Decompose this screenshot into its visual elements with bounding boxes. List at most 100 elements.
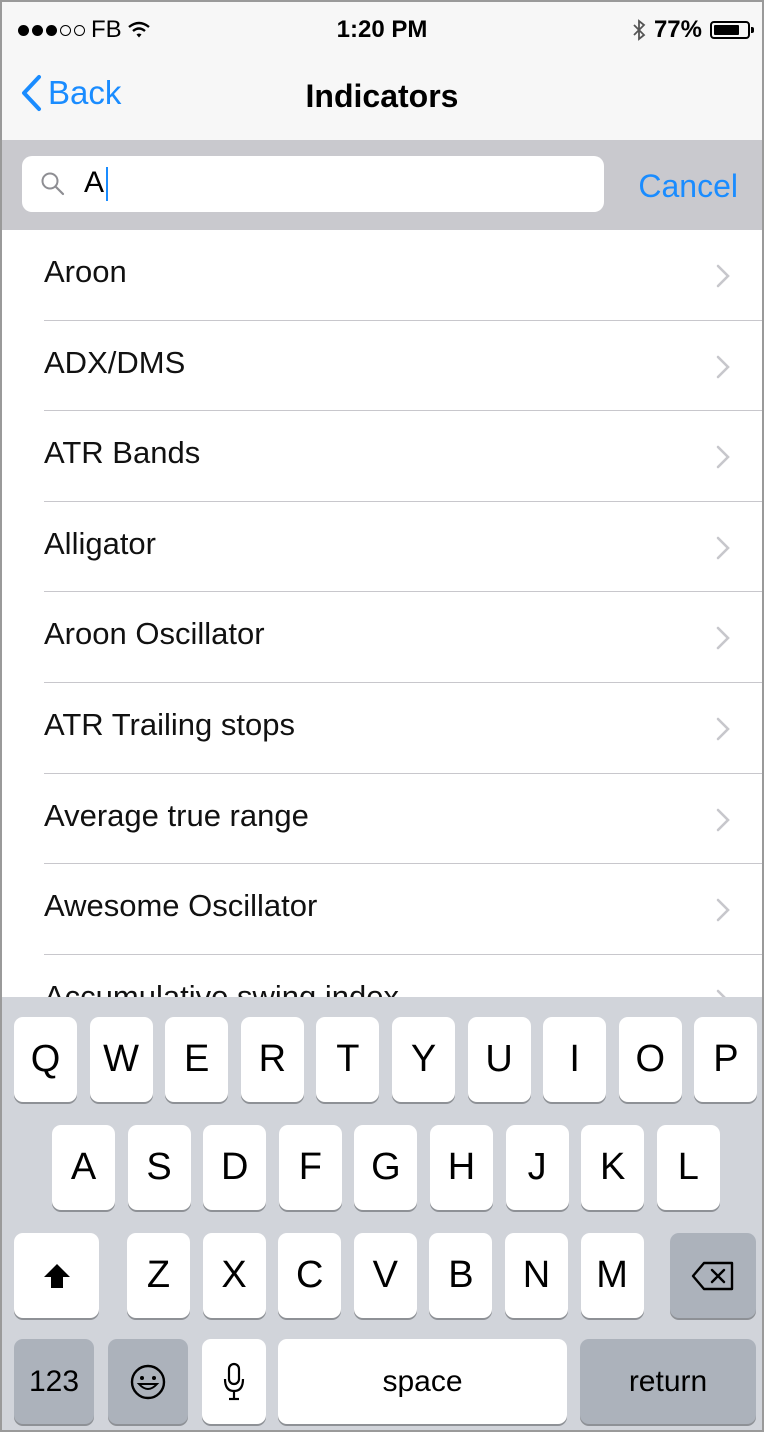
key-l-label: L	[677, 1146, 699, 1188]
key-v-label: V	[372, 1254, 398, 1296]
key-s-label: S	[146, 1146, 172, 1188]
numbers-key-label: 123	[28, 1364, 80, 1398]
return-key[interactable]: return	[580, 1339, 756, 1424]
list-item[interactable]: Awesome Oscillator	[2, 864, 762, 955]
key-d[interactable]: D	[203, 1125, 267, 1210]
keyboard: Q W E R T Y U I O P A S D F G H J K L Z X C V B N M 123 space return	[2, 997, 762, 1430]
key-s[interactable]: S	[127, 1125, 191, 1210]
key-e[interactable]: E	[165, 1017, 229, 1102]
list-item-label: ADX/DMS	[44, 344, 186, 380]
shift-key[interactable]	[14, 1233, 99, 1318]
key-r[interactable]: R	[240, 1017, 304, 1102]
list-item-label: Average true range	[44, 797, 309, 833]
key-f-label: F	[298, 1146, 322, 1188]
key-n-label: N	[522, 1254, 551, 1296]
key-a[interactable]: A	[52, 1125, 115, 1210]
key-n[interactable]: N	[505, 1233, 568, 1318]
list-item-label: ATR Bands	[44, 435, 201, 471]
emoji-icon	[130, 1364, 166, 1399]
key-h[interactable]: H	[430, 1125, 493, 1210]
key-d-label: D	[220, 1146, 249, 1188]
navigation-bar: Back Indicators	[2, 60, 762, 140]
numbers-key[interactable]: 123	[14, 1339, 94, 1424]
key-t[interactable]: T	[316, 1017, 380, 1102]
list-item[interactable]: Average true range	[2, 773, 762, 865]
key-m-label: M	[596, 1254, 628, 1296]
key-y[interactable]: Y	[392, 1017, 455, 1102]
search-value: A	[84, 166, 109, 202]
search-input[interactable]: A	[22, 156, 604, 212]
delete-key[interactable]	[670, 1233, 756, 1318]
list-item[interactable]: ATR Trailing stops	[2, 682, 762, 774]
key-t-label: T	[336, 1038, 360, 1080]
key-z[interactable]: Z	[127, 1233, 190, 1318]
key-i[interactable]: I	[543, 1017, 607, 1102]
chevron-right-icon	[716, 717, 730, 741]
key-o-label: O	[635, 1038, 666, 1080]
text-caret	[106, 167, 109, 202]
battery-icon	[710, 21, 754, 39]
key-k-label: K	[600, 1146, 626, 1188]
key-w-label: W	[103, 1038, 140, 1080]
key-x-label: X	[221, 1254, 247, 1296]
list-item-label: Awesome Oscillator	[44, 888, 318, 924]
key-v[interactable]: V	[353, 1233, 417, 1318]
key-j-label: J	[527, 1146, 547, 1188]
bluetooth-icon	[633, 19, 646, 41]
key-x[interactable]: X	[202, 1233, 266, 1318]
key-g-label: G	[371, 1146, 401, 1188]
shift-icon	[43, 1263, 70, 1288]
list-item-label: Aroon Oscillator	[44, 616, 265, 652]
list-item-label: Alligator	[44, 525, 156, 561]
search-icon	[41, 172, 65, 196]
emoji-key[interactable]	[108, 1339, 188, 1424]
key-y-label: Y	[410, 1038, 437, 1080]
indicator-list: Aroon ADX/DMS ATR Bands Alligator Aroon Osci…	[2, 230, 762, 1046]
list-item[interactable]: Aroon Oscillator	[2, 592, 762, 683]
list-item[interactable]: Aroon	[2, 230, 762, 321]
key-i-label: I	[569, 1038, 580, 1080]
key-l[interactable]: L	[656, 1125, 720, 1210]
chevron-right-icon	[716, 808, 730, 831]
status-right: 77%	[632, 16, 754, 44]
key-b[interactable]: B	[429, 1233, 493, 1318]
key-k[interactable]: K	[581, 1125, 645, 1210]
key-z-label: Z	[146, 1254, 171, 1296]
list-item[interactable]: Alligator	[2, 501, 762, 593]
return-key-label: return	[628, 1364, 708, 1398]
list-item-label: Aroon	[44, 254, 127, 289]
cancel-button[interactable]: Cancel	[638, 168, 738, 205]
battery-level	[714, 25, 739, 35]
key-g[interactable]: G	[354, 1125, 418, 1210]
key-f[interactable]: F	[278, 1125, 342, 1210]
key-w[interactable]: W	[89, 1017, 153, 1102]
key-o[interactable]: O	[618, 1017, 682, 1102]
search-bar: A Cancel	[2, 140, 762, 232]
list-item-label: ATR Trailing stops	[44, 706, 295, 742]
status-bar: FB 1:20 PM 77%	[2, 2, 762, 60]
battery-percent: 77%	[653, 16, 702, 43]
chevron-right-icon	[716, 536, 730, 560]
backspace-icon	[691, 1261, 734, 1290]
key-h-label: H	[447, 1146, 476, 1188]
list-item[interactable]: ADX/DMS	[2, 320, 762, 412]
key-p[interactable]: P	[694, 1017, 758, 1102]
list-item[interactable]: ATR Bands	[2, 411, 762, 502]
space-key[interactable]: space	[278, 1339, 567, 1424]
key-r-label: R	[258, 1038, 287, 1080]
key-q-label: Q	[30, 1038, 61, 1080]
chevron-right-icon	[716, 445, 730, 469]
chevron-right-icon	[716, 264, 730, 288]
key-c[interactable]: C	[278, 1233, 342, 1318]
page-title: Indicators	[305, 78, 459, 114]
key-m[interactable]: M	[580, 1233, 644, 1318]
key-b-label: B	[448, 1254, 474, 1296]
key-u[interactable]: U	[467, 1017, 531, 1102]
key-j[interactable]: J	[505, 1125, 569, 1210]
key-q[interactable]: Q	[14, 1017, 77, 1102]
microphone-icon	[223, 1362, 245, 1400]
chevron-right-icon	[716, 898, 730, 922]
dictation-key[interactable]	[202, 1339, 266, 1424]
key-u-label: U	[485, 1038, 513, 1080]
key-a-label: A	[70, 1146, 97, 1188]
